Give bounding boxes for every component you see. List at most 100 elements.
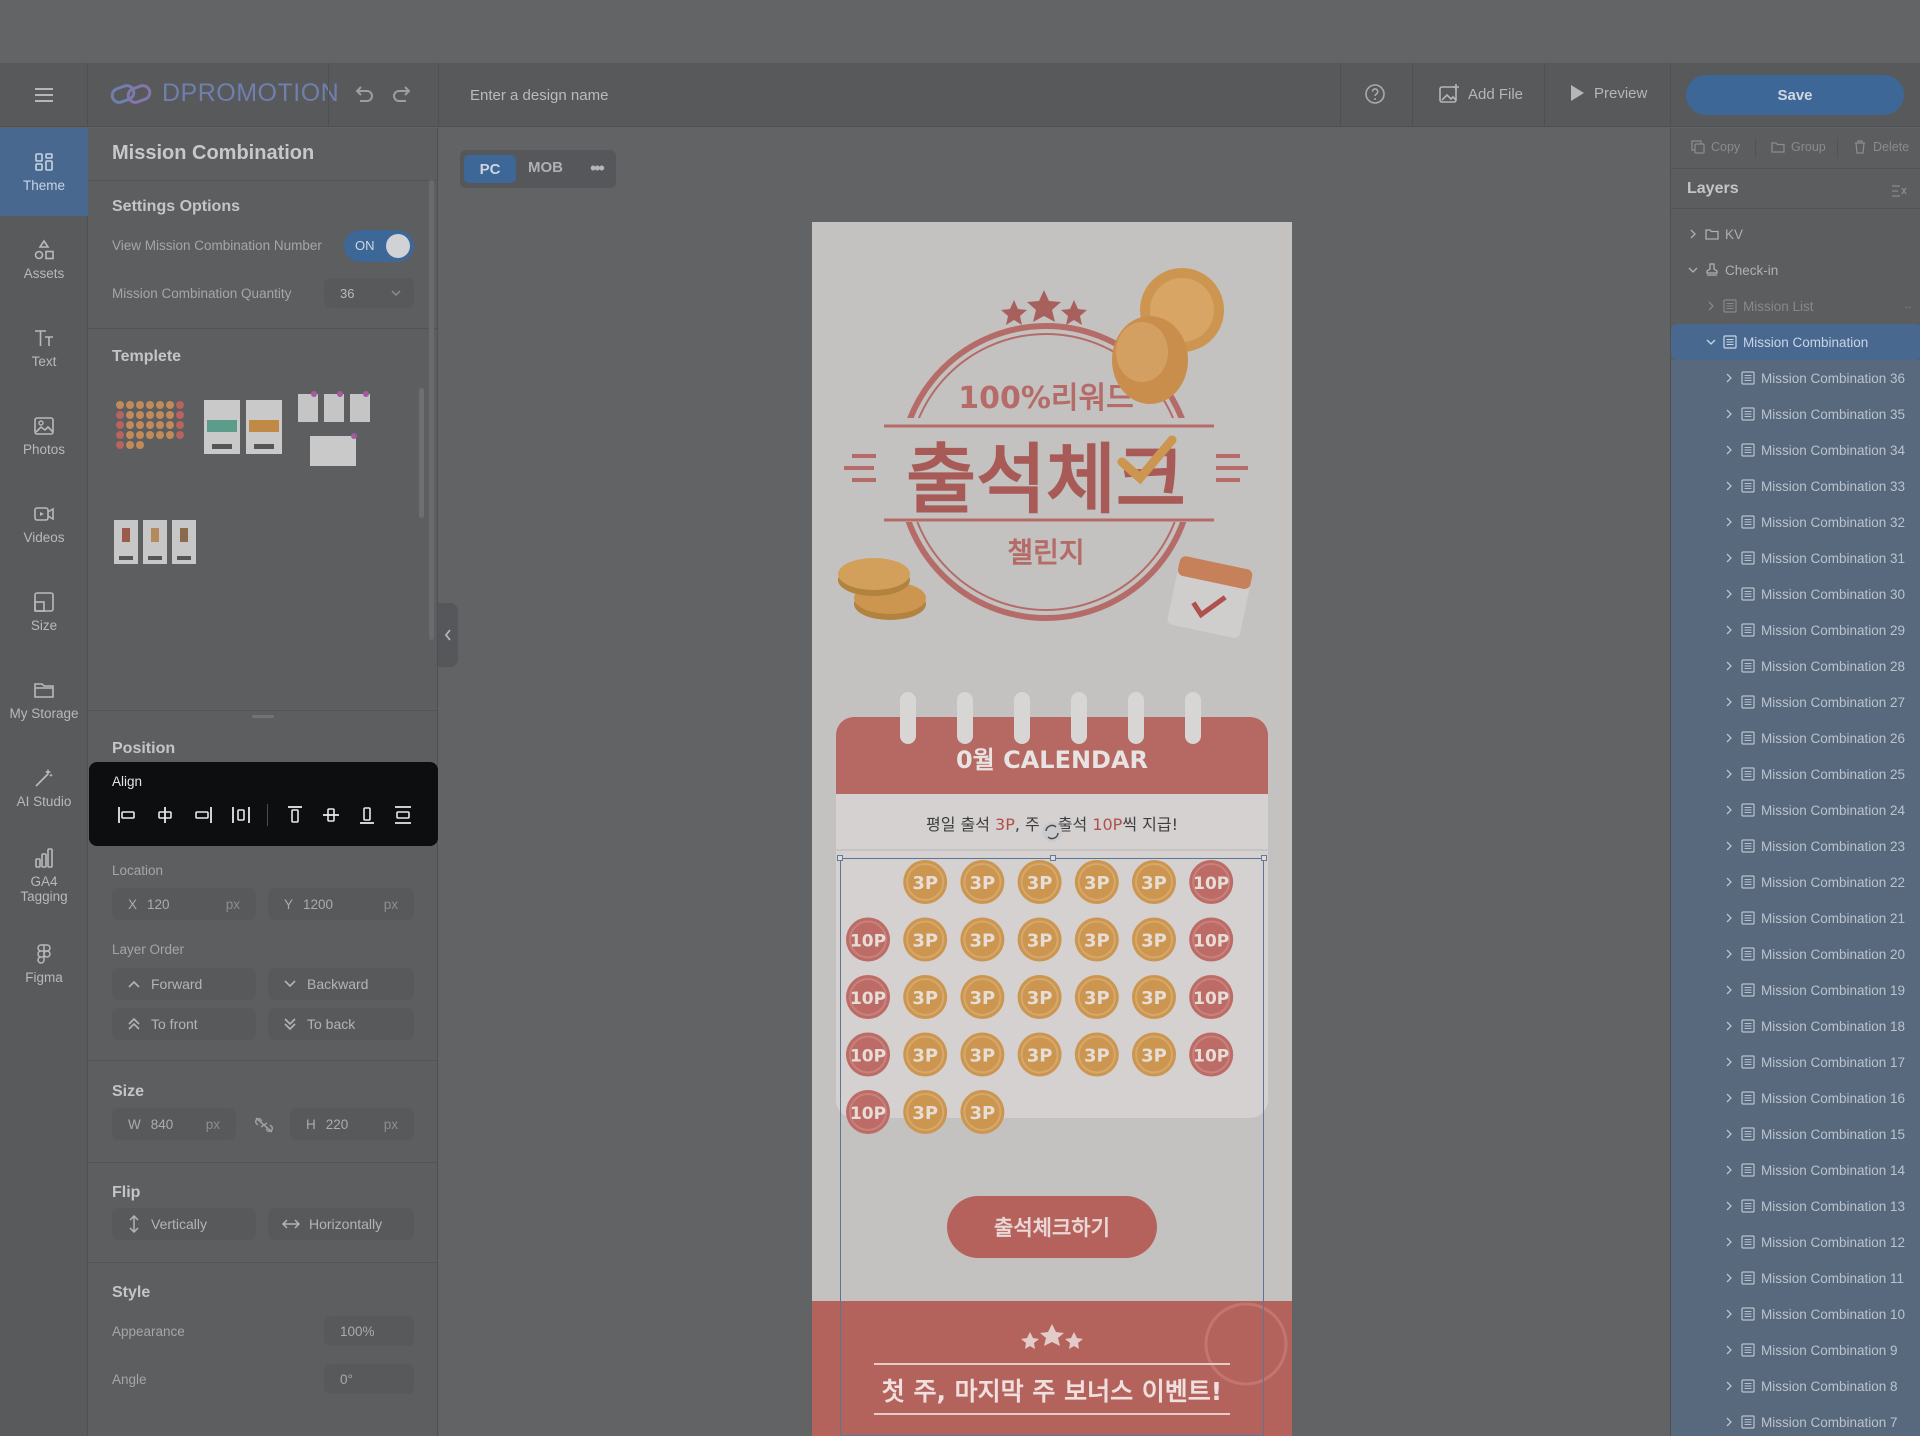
redo-button[interactable] bbox=[392, 83, 414, 105]
more-options-icon[interactable]: ••• bbox=[590, 158, 605, 179]
layer-item[interactable]: Mission Combination 31 bbox=[1671, 540, 1920, 576]
chevron-right-icon[interactable] bbox=[1723, 840, 1735, 852]
rail-item-ai-studio[interactable]: AI Studio bbox=[0, 744, 88, 832]
save-button[interactable]: Save bbox=[1686, 75, 1904, 115]
to-front-button[interactable]: To front bbox=[112, 1008, 256, 1040]
layer-item[interactable]: Mission Combination 10 bbox=[1671, 1296, 1920, 1332]
help-button[interactable] bbox=[1364, 83, 1386, 105]
layer-item[interactable]: Mission Combination 28 bbox=[1671, 648, 1920, 684]
layer-item[interactable]: Mission Combination 25 bbox=[1671, 756, 1920, 792]
chevron-right-icon[interactable] bbox=[1723, 1308, 1735, 1320]
chevron-right-icon[interactable] bbox=[1723, 1272, 1735, 1284]
layer-item[interactable]: Mission Combination 9 bbox=[1671, 1332, 1920, 1368]
layer-item[interactable]: Mission Combination 24 bbox=[1671, 792, 1920, 828]
layer-item[interactable]: Mission Combination 35 bbox=[1671, 396, 1920, 432]
align-left-button[interactable] bbox=[117, 806, 137, 824]
layer-item[interactable]: Mission Combination 7 bbox=[1671, 1404, 1920, 1436]
rail-item-assets[interactable]: Assets bbox=[0, 216, 88, 304]
rail-item-my-storage[interactable]: My Storage bbox=[0, 656, 88, 744]
layer-item[interactable]: Mission Combination 20 bbox=[1671, 936, 1920, 972]
chevron-right-icon[interactable] bbox=[1723, 372, 1735, 384]
angle-field[interactable]: 0° bbox=[324, 1364, 414, 1394]
rail-item-ga4-tagging[interactable]: GA4 Tagging bbox=[0, 832, 88, 920]
layer-item[interactable]: Mission Combination 34 bbox=[1671, 432, 1920, 468]
chevron-right-icon[interactable] bbox=[1723, 552, 1735, 564]
distribute-h-button[interactable] bbox=[231, 806, 251, 824]
chevron-right-icon[interactable] bbox=[1723, 660, 1735, 672]
chevron-right-icon[interactable] bbox=[1723, 696, 1735, 708]
rail-item-size[interactable]: Size bbox=[0, 568, 88, 656]
template-scrollbar[interactable] bbox=[419, 388, 424, 518]
layer-item[interactable]: Mission Combination 18 bbox=[1671, 1008, 1920, 1044]
chevron-right-icon[interactable] bbox=[1723, 732, 1735, 744]
rail-item-text[interactable]: Text bbox=[0, 304, 88, 392]
chevron-right-icon[interactable] bbox=[1723, 516, 1735, 528]
layer-item[interactable]: Mission Combination 12 bbox=[1671, 1224, 1920, 1260]
align-right-button[interactable] bbox=[193, 806, 213, 824]
rail-item-figma[interactable]: Figma bbox=[0, 920, 88, 1008]
layer-item[interactable]: KV bbox=[1671, 216, 1920, 252]
chevron-down-icon[interactable] bbox=[1687, 264, 1699, 276]
layer-item[interactable]: Mission Combination 13 bbox=[1671, 1188, 1920, 1224]
resize-handle[interactable] bbox=[252, 715, 274, 718]
chevron-right-icon[interactable] bbox=[1723, 408, 1735, 420]
chevron-right-icon[interactable] bbox=[1723, 984, 1735, 996]
forward-button[interactable]: Forward bbox=[112, 968, 256, 1000]
layer-item[interactable]: Mission List ↔ bbox=[1671, 288, 1920, 324]
chevron-right-icon[interactable] bbox=[1723, 912, 1735, 924]
chevron-right-icon[interactable] bbox=[1723, 588, 1735, 600]
chevron-down-icon[interactable] bbox=[1705, 336, 1717, 348]
chevron-right-icon[interactable] bbox=[1723, 1200, 1735, 1212]
selection-box[interactable] bbox=[837, 855, 1267, 1436]
layer-item[interactable]: Mission Combination 17 bbox=[1671, 1044, 1920, 1080]
quantity-select[interactable]: 36 bbox=[324, 278, 414, 308]
template-thumb-products[interactable] bbox=[296, 390, 372, 470]
layer-item[interactable]: Mission Combination 8 bbox=[1671, 1368, 1920, 1404]
width-field[interactable]: W 840 px bbox=[112, 1108, 236, 1140]
resize-handle-nw[interactable] bbox=[837, 855, 843, 861]
chevron-right-icon[interactable] bbox=[1723, 1344, 1735, 1356]
chevron-right-icon[interactable] bbox=[1723, 804, 1735, 816]
aspect-lock-button[interactable] bbox=[254, 1116, 274, 1134]
layer-item[interactable]: Mission Combination 16 bbox=[1671, 1080, 1920, 1116]
to-back-button[interactable]: To back bbox=[268, 1008, 414, 1040]
rail-item-theme[interactable]: Theme bbox=[0, 128, 88, 216]
x-field[interactable]: X 120 px bbox=[112, 888, 256, 920]
chevron-right-icon[interactable] bbox=[1723, 1020, 1735, 1032]
backward-button[interactable]: Backward bbox=[268, 968, 414, 1000]
layer-item[interactable]: Mission Combination 19 bbox=[1671, 972, 1920, 1008]
layer-item[interactable]: Mission Combination 27 bbox=[1671, 684, 1920, 720]
collapse-panel-button[interactable] bbox=[438, 603, 458, 667]
layer-item[interactable]: Mission Combination 32 bbox=[1671, 504, 1920, 540]
layer-item[interactable]: Mission Combination 11 bbox=[1671, 1260, 1920, 1296]
chevron-right-icon[interactable] bbox=[1723, 948, 1735, 960]
chevron-right-icon[interactable] bbox=[1723, 876, 1735, 888]
layer-item[interactable]: Mission Combination 36 bbox=[1671, 360, 1920, 396]
add-file-button[interactable]: Add File bbox=[1438, 83, 1523, 105]
group-button[interactable]: Group bbox=[1771, 140, 1826, 154]
template-thumb-cards[interactable] bbox=[202, 398, 286, 458]
menu-button[interactable] bbox=[0, 63, 88, 127]
rail-item-videos[interactable]: Videos bbox=[0, 480, 88, 568]
chevron-right-icon[interactable] bbox=[1687, 228, 1699, 240]
preview-button[interactable]: Preview bbox=[1568, 83, 1647, 103]
layer-options-button[interactable] bbox=[1891, 184, 1907, 198]
flip-horizontal-button[interactable]: Horizontally bbox=[268, 1208, 414, 1240]
layer-item[interactable]: Mission Combination 15 bbox=[1671, 1116, 1920, 1152]
chevron-right-icon[interactable] bbox=[1723, 1092, 1735, 1104]
chevron-right-icon[interactable] bbox=[1723, 624, 1735, 636]
layer-item[interactable]: Mission Combination 23 bbox=[1671, 828, 1920, 864]
align-top-button[interactable] bbox=[285, 806, 305, 824]
design-name-input[interactable] bbox=[470, 79, 1070, 111]
brand-logo[interactable]: DPROMOTION bbox=[110, 79, 339, 108]
layer-item[interactable]: Mission Combination 29 bbox=[1671, 612, 1920, 648]
layer-item[interactable]: Mission Combination 21 bbox=[1671, 900, 1920, 936]
panel-scrollbar[interactable] bbox=[429, 180, 434, 640]
distribute-v-button[interactable] bbox=[393, 806, 413, 824]
chevron-right-icon[interactable] bbox=[1723, 1056, 1735, 1068]
copy-button[interactable]: Copy bbox=[1691, 140, 1740, 154]
chevron-right-icon[interactable] bbox=[1723, 480, 1735, 492]
align-center-h-button[interactable] bbox=[155, 806, 175, 824]
rail-item-photos[interactable]: Photos bbox=[0, 392, 88, 480]
appearance-field[interactable]: 100% bbox=[324, 1316, 414, 1346]
